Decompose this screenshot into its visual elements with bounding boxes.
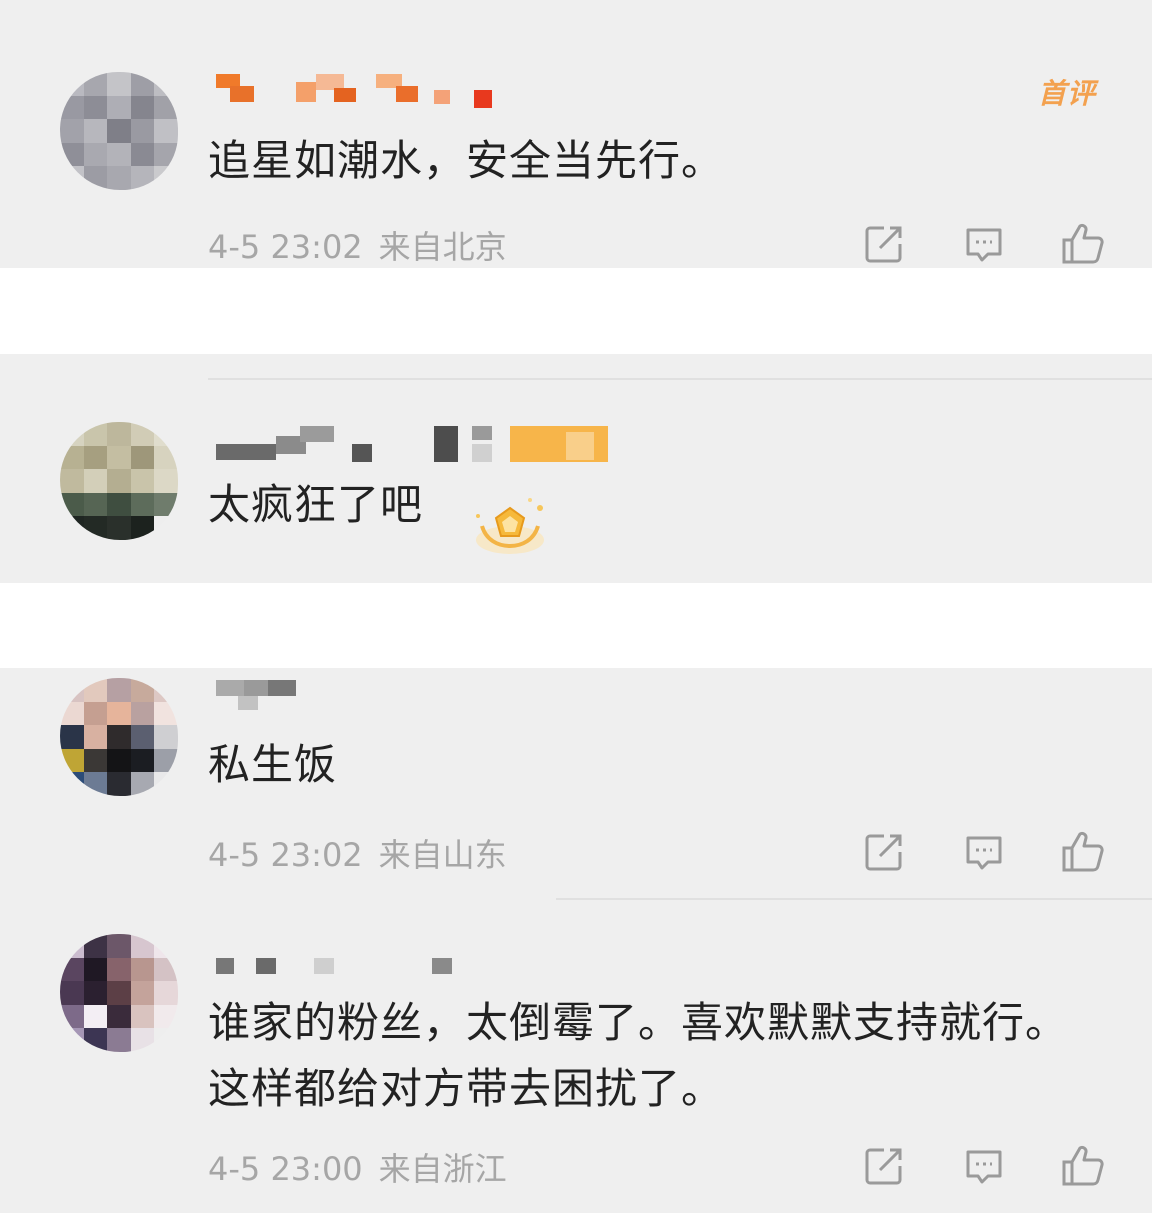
share-icon[interactable] xyxy=(862,1144,906,1188)
share-icon[interactable] xyxy=(862,830,906,874)
thumbs-up-icon[interactable] xyxy=(1060,222,1104,266)
comment-location: 来自浙江 xyxy=(378,1150,507,1188)
avatar[interactable] xyxy=(60,72,178,190)
divider xyxy=(556,898,1152,900)
username-blurred[interactable] xyxy=(216,958,456,976)
comment-time: 4-5 23:02 xyxy=(208,228,363,266)
thumbs-up-icon[interactable] xyxy=(1060,1144,1104,1188)
avatar[interactable] xyxy=(60,678,178,796)
comment-meta: 4-5 23:02 来自山东 xyxy=(208,830,507,876)
comment-text: 谁家的粉丝，太倒霉了。喜欢默默支持就行。这样都给对方带去困扰了。 xyxy=(208,998,1069,1113)
comment-icon[interactable] xyxy=(962,1144,1006,1188)
comment-time: 4-5 23:00 xyxy=(208,1150,363,1188)
first-comment-badge: 首评 xyxy=(1037,77,1096,110)
comment-location: 来自北京 xyxy=(378,228,507,266)
thumbs-up-icon[interactable] xyxy=(1060,830,1104,874)
divider xyxy=(208,378,1152,380)
comment-time: 4-5 23:02 xyxy=(208,836,363,874)
comment-panel-2: 太疯狂了吧 xyxy=(0,354,1152,583)
username-blurred[interactable] xyxy=(216,680,296,716)
comment-actions xyxy=(862,830,1112,874)
comment-meta: 4-5 23:00 来自浙江 xyxy=(208,1144,507,1190)
comment-text: 太疯狂了吧 xyxy=(208,480,424,529)
share-icon[interactable] xyxy=(862,222,906,266)
comment-meta: 4-5 23:02 来自北京 xyxy=(208,222,507,268)
comment-actions xyxy=(862,222,1112,266)
comment-panel-3: 私生饭 4-5 23:02 来自山东 谁家的粉丝，太倒霉了。喜欢默默支持就行。这… xyxy=(0,668,1152,1213)
username-blurred[interactable] xyxy=(216,74,496,108)
comment-panel-1: 首评 追星如潮水，安全当先行。 4-5 23:02 来自北京 xyxy=(0,0,1152,268)
username-blurred[interactable] xyxy=(216,426,616,466)
avatar[interactable] xyxy=(60,422,178,540)
comment-text: 私生饭 xyxy=(208,740,338,789)
comment-actions xyxy=(862,1144,1112,1188)
comment-icon[interactable] xyxy=(962,830,1006,874)
comment-location: 来自山东 xyxy=(378,836,507,874)
comment-icon[interactable] xyxy=(962,222,1006,266)
medal-badge-icon xyxy=(476,498,544,554)
comment-text: 追星如潮水，安全当先行。 xyxy=(208,136,725,185)
avatar[interactable] xyxy=(60,934,178,1052)
